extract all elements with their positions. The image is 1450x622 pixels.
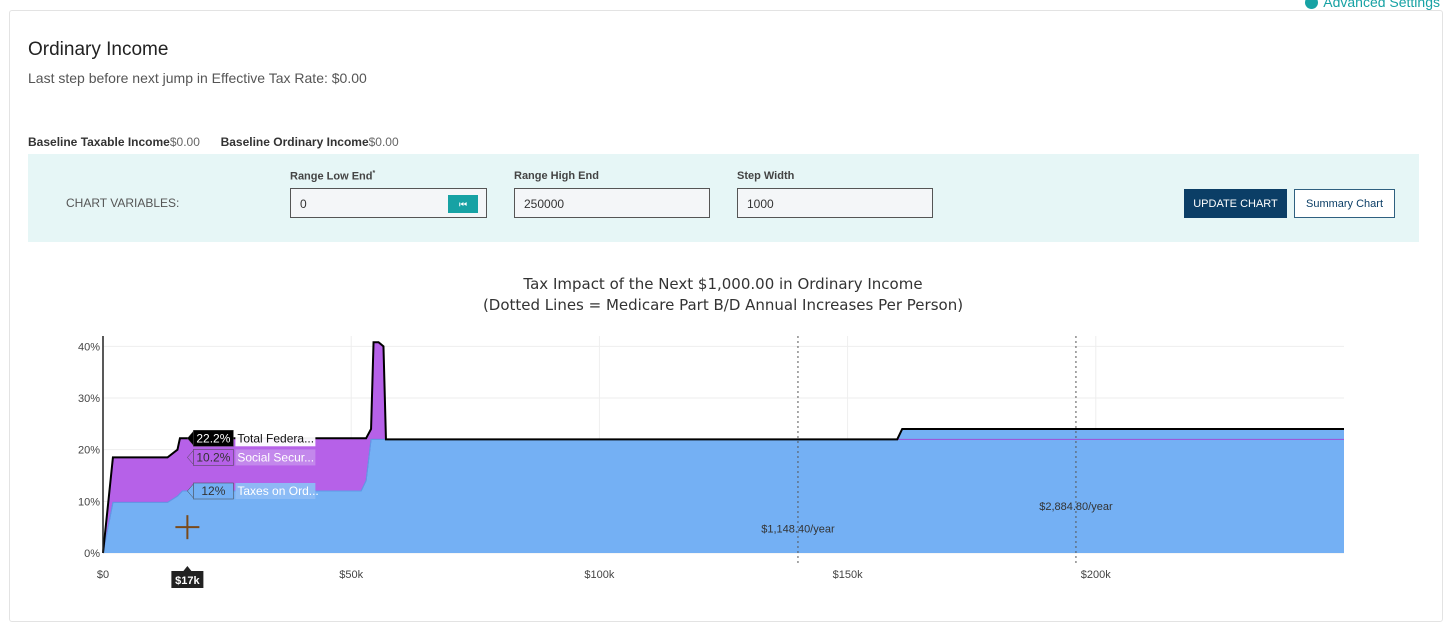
tax-impact-chart: Tax Impact of the Next $1,000.00 in Ordi… [78, 275, 1344, 588]
y-tick-label: 20% [78, 445, 100, 457]
x-tick-label: $150k [833, 569, 863, 581]
hover-x-label: $17k [175, 575, 200, 587]
hover-name-label: Social Secur... [237, 450, 314, 464]
hover-x-label-pointer [183, 566, 192, 571]
y-tick-label: 30% [78, 393, 100, 405]
x-tick-label: $0 [97, 569, 109, 581]
hover-name-label: Total Federa... [237, 431, 314, 445]
hover-value-label: 22.2% [196, 431, 230, 445]
medicare-annotation-label: $2,884.80/year [1039, 501, 1113, 513]
hover-name-label: Taxes on Ord... [237, 484, 318, 498]
hover-value-label: 12% [201, 484, 225, 498]
chart-title: Tax Impact of the Next $1,000.00 in Ordi… [522, 275, 922, 293]
chart-subtitle: (Dotted Lines = Medicare Part B/D Annual… [483, 296, 963, 314]
y-tick-label: 40% [78, 341, 100, 353]
medicare-annotation-label: $1,148.40/year [761, 523, 835, 535]
x-tick-label: $50k [339, 569, 363, 581]
x-tick-label: $200k [1081, 569, 1111, 581]
y-tick-label: 10% [78, 496, 100, 508]
hover-value-label: 10.2% [196, 450, 230, 464]
y-tick-label: 0% [84, 548, 100, 560]
x-tick-label: $100k [584, 569, 614, 581]
